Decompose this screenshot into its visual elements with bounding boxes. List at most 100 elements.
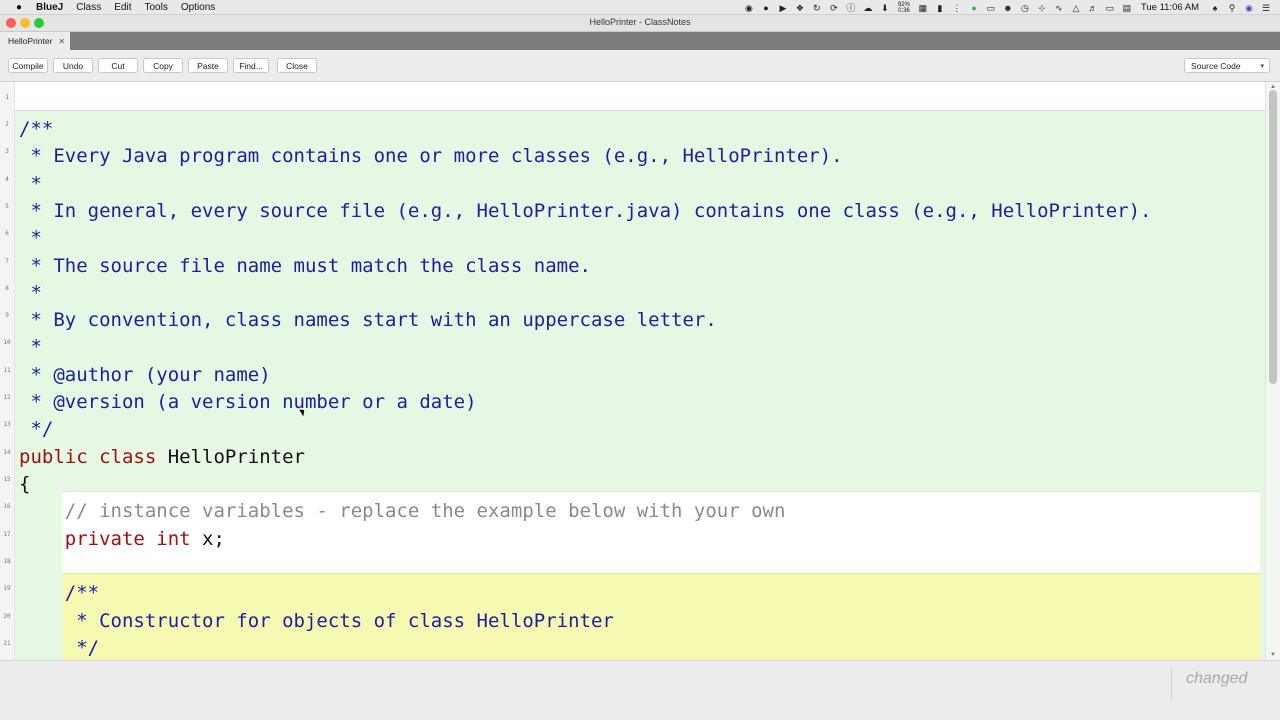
cat-icon[interactable]: ☻ <box>1002 3 1014 13</box>
vertical-scrollbar[interactable]: ▲ ▼ <box>1265 82 1280 660</box>
menu-class[interactable]: Class <box>76 2 101 13</box>
search-icon[interactable]: ⚲ <box>1226 3 1238 13</box>
record-icon[interactable]: ◉ <box>743 3 755 13</box>
circle-icon[interactable]: ● <box>760 3 772 13</box>
battery-percent: 92% <box>897 1 910 8</box>
volume-icon[interactable]: ♬ <box>1087 3 1099 13</box>
code-token: private <box>64 528 157 550</box>
code-line[interactable]: // instance variables - replace the exam… <box>19 501 786 521</box>
menu-list-icon[interactable]: ☰ <box>1260 3 1272 13</box>
scroll-down-icon[interactable]: ▼ <box>1270 652 1276 658</box>
battery-icon[interactable]: ▭ <box>1104 3 1116 13</box>
status-changed: changed <box>1186 670 1248 687</box>
line-number[interactable]: 10 <box>0 339 14 346</box>
play-icon[interactable]: ▶ <box>777 3 789 13</box>
line-number[interactable]: 8 <box>0 285 14 292</box>
compile-button[interactable]: Compile <box>8 58 48 73</box>
dropbox-icon[interactable]: ❖ <box>794 3 806 13</box>
code-line[interactable]: /** <box>19 119 53 139</box>
user-icon[interactable]: ♠ <box>1209 3 1221 13</box>
code-line[interactable]: * <box>19 228 41 248</box>
close-tab-icon[interactable]: ✕ <box>58 37 65 46</box>
download-icon[interactable]: ⬇ <box>879 3 891 13</box>
cut-button[interactable]: Cut <box>98 58 138 73</box>
view-mode-select[interactable]: Source Code ▾ <box>1184 58 1270 73</box>
cloud-icon[interactable]: ☁ <box>862 3 874 13</box>
code-line[interactable]: * <box>19 174 41 194</box>
wifi-icon[interactable]: ∿ <box>1053 3 1065 13</box>
refresh-icon[interactable]: ↻ <box>811 3 823 13</box>
window-icon[interactable]: ▭ <box>985 3 997 13</box>
line-number[interactable]: 9 <box>0 312 14 319</box>
line-number[interactable]: 13 <box>0 421 14 428</box>
line-number[interactable]: 20 <box>0 613 14 620</box>
code-token: */ <box>19 637 100 659</box>
line-number[interactable]: 17 <box>0 531 14 538</box>
line-number[interactable]: 5 <box>0 203 14 210</box>
close-button[interactable]: Close <box>277 58 317 73</box>
line-number[interactable]: 4 <box>0 176 14 183</box>
code-line[interactable]: { <box>19 474 30 494</box>
line-number[interactable]: 16 <box>0 503 14 510</box>
airplay-icon[interactable]: △ <box>1070 3 1082 13</box>
apple-icon[interactable]: ● <box>12 2 26 13</box>
code-token: * @author (your name) <box>19 364 271 386</box>
scrollbar-thumb[interactable] <box>1269 90 1277 384</box>
editor-toolbar: Compile Undo Cut Copy Paste Find... Clos… <box>0 50 1280 82</box>
dots-icon[interactable]: ⋮ <box>951 3 963 13</box>
find-button[interactable]: Find... <box>233 58 269 73</box>
siri-icon[interactable]: ◉ <box>1243 3 1255 13</box>
line-number[interactable]: 18 <box>0 558 14 565</box>
code-line[interactable]: private int x; <box>19 529 225 549</box>
history-icon[interactable]: ◷ <box>1019 3 1031 13</box>
calendar-icon[interactable]: ▤ <box>1121 3 1133 13</box>
line-number-gutter[interactable]: 1 2 3 4 5 6 7 8 9 10 11 12 13 14 15 16 17 18 19 20 21 <box>0 82 15 660</box>
code-line[interactable]: * @version (a version number or a date) <box>19 392 476 412</box>
copy-button[interactable]: Copy <box>143 58 183 73</box>
code-editor[interactable]: 1 2 3 4 5 6 7 8 9 10 11 12 13 14 15 16 17 18 19 20 21 /** * … <box>0 82 1280 660</box>
menu-tools[interactable]: Tools <box>144 2 167 13</box>
menu-edit[interactable]: Edit <box>114 2 131 13</box>
line-number[interactable]: 7 <box>0 258 14 265</box>
battery-text: 92% 0:36 <box>896 2 912 14</box>
code-line[interactable]: */ <box>19 638 99 658</box>
line-number[interactable]: 14 <box>0 449 14 456</box>
status-bar: changed <box>0 660 1280 720</box>
line-number[interactable]: 6 <box>0 230 14 237</box>
code-line[interactable]: * Every Java program contains one or mor… <box>19 146 842 166</box>
line-number[interactable]: 19 <box>0 585 14 592</box>
code-line[interactable]: * <box>19 283 41 303</box>
line-number[interactable]: 12 <box>0 394 14 401</box>
code-line[interactable]: * By convention, class names start with … <box>19 310 716 330</box>
code-line[interactable]: */ <box>19 419 53 439</box>
code-line[interactable]: * The source file name must match the cl… <box>19 256 591 276</box>
code-line[interactable]: /** <box>19 583 99 603</box>
info-icon[interactable]: ⓘ <box>845 3 857 13</box>
line-number[interactable]: 1 <box>0 94 14 101</box>
code-line[interactable]: * <box>19 337 41 357</box>
system-menu-bar: ● BlueJ Class Edit Tools Options ◉ ● ▶ ❖… <box>0 0 1280 15</box>
line-number[interactable]: 2 <box>0 121 14 128</box>
code-line[interactable]: * @author (your name) <box>19 364 271 386</box>
clock[interactable]: Tue 11:06 AM <box>1141 2 1199 13</box>
line-number[interactable]: 11 <box>0 367 14 374</box>
code-token: */ <box>19 418 54 440</box>
undo-button[interactable]: Undo <box>53 58 93 73</box>
grid-icon[interactable]: ▦ <box>917 3 929 13</box>
sync-icon[interactable]: ⟳ <box>828 3 840 13</box>
menu-bluej[interactable]: BlueJ <box>36 2 63 13</box>
line-number[interactable]: 15 <box>0 476 14 483</box>
code-line[interactable]: * In general, every source file (e.g., H… <box>19 201 1151 221</box>
tab-helloprinter[interactable]: HelloPrinter ✕ <box>0 32 70 50</box>
paste-button[interactable]: Paste <box>188 58 228 73</box>
view-mode-value: Source Code <box>1191 60 1241 71</box>
bookmark-icon[interactable]: ▮ <box>934 3 946 13</box>
green-dot-icon[interactable]: ● <box>968 3 980 13</box>
bluetooth-icon[interactable]: ⊹ <box>1036 3 1048 13</box>
line-number[interactable]: 3 <box>0 148 14 155</box>
code-line[interactable]: * Constructor for objects of class Hello… <box>19 611 614 631</box>
line-number[interactable]: 21 <box>0 640 14 647</box>
menu-options[interactable]: Options <box>181 2 215 13</box>
battery-time: 0:36 <box>898 7 910 14</box>
code-line[interactable]: public class HelloPrinter <box>19 447 305 467</box>
